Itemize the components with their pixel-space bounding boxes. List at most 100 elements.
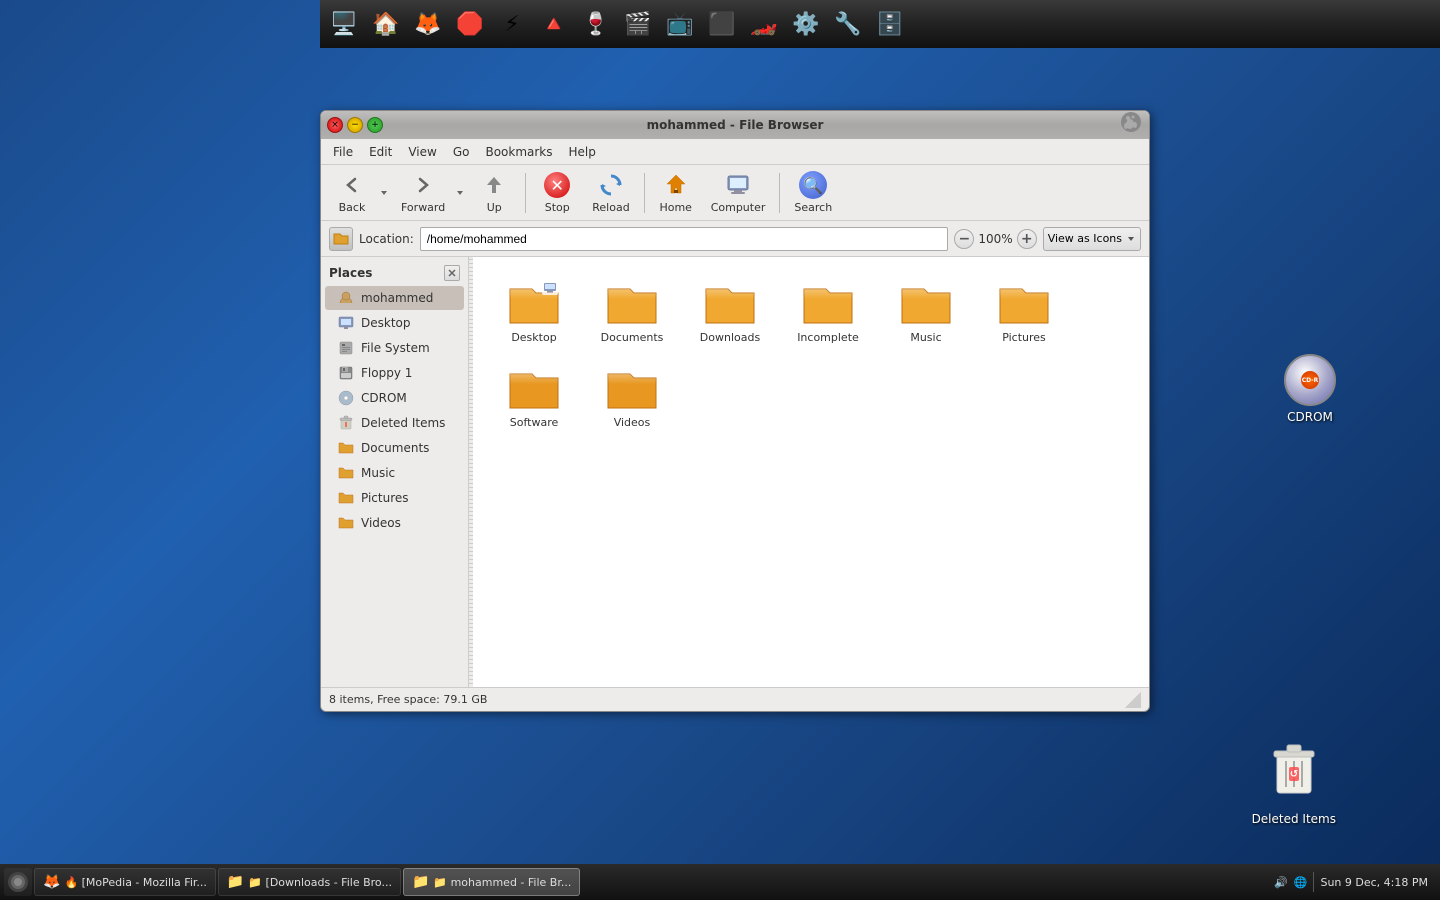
toolbar-sep-2 xyxy=(644,173,645,213)
back-dropdown[interactable] xyxy=(379,188,391,198)
close-button[interactable]: × xyxy=(327,117,343,133)
home-button[interactable]: Home xyxy=(651,167,701,218)
reload-button[interactable]: Reload xyxy=(584,167,637,218)
resize-corner[interactable] xyxy=(1125,692,1141,708)
file-browser-window: × − + mohammed - File Browser xyxy=(320,110,1150,712)
stop-button[interactable]: ✕ Stop xyxy=(532,167,582,218)
up-button[interactable]: Up xyxy=(469,167,519,218)
sidebar-item-pictures[interactable]: Pictures xyxy=(325,486,464,510)
back-button[interactable]: Back xyxy=(327,167,377,218)
tray-separator xyxy=(1313,872,1314,892)
sidebar-desktop-icon xyxy=(337,314,355,332)
taskbar-item-downloads[interactable]: 📁 📁 [Downloads - File Bro... xyxy=(218,868,401,896)
folder-item-music[interactable]: Music xyxy=(881,273,971,350)
view-mode-selector[interactable]: View as Icons xyxy=(1043,227,1141,251)
sidebar-item-videos[interactable]: Videos xyxy=(325,511,464,535)
stop-icon: ✕ xyxy=(543,171,571,199)
sidebar-pictures-icon xyxy=(337,489,355,507)
search-button[interactable]: 🔍 Search xyxy=(786,167,840,218)
taskbar-browser2-icon[interactable]: 🏎️ xyxy=(744,4,784,44)
taskbar-tools-icon[interactable]: 🔧 xyxy=(828,4,868,44)
taskbar-firefox-icon[interactable]: 🦊 xyxy=(408,4,448,44)
folder-item-downloads[interactable]: Downloads xyxy=(685,273,775,350)
reload-label: Reload xyxy=(592,201,629,214)
folder-item-documents[interactable]: Documents xyxy=(587,273,677,350)
zoom-out-button[interactable]: − xyxy=(954,229,974,249)
folder-item-pictures[interactable]: Pictures xyxy=(979,273,1069,350)
location-icon xyxy=(329,227,353,251)
taskbar-video-icon[interactable]: 🎬 xyxy=(618,4,658,44)
computer-button[interactable]: Computer xyxy=(703,167,774,218)
incomplete-folder-icon xyxy=(802,279,854,327)
software-folder-icon xyxy=(508,364,560,412)
up-label: Up xyxy=(487,201,502,214)
taskbar-top: 🖥️ 🏠 🦊 🛑 ⚡ 🔺 🍷 🎬 📺 ⬛ 🏎️ ⚙️ 🔧 🗄️ xyxy=(320,0,1440,48)
menubar: File Edit View Go Bookmarks Help xyxy=(321,139,1149,165)
taskbar-item-mozilla[interactable]: 🦊 🔥 [MoPedia - Mozilla Fir... xyxy=(34,868,216,896)
sidebar-item-music[interactable]: Music xyxy=(325,461,464,485)
sidebar-filesystem-icon xyxy=(337,339,355,357)
cdrom-label: CDROM xyxy=(1287,410,1333,424)
folder-item-incomplete[interactable]: Incomplete xyxy=(783,273,873,350)
sidebar-item-documents[interactable]: Documents xyxy=(325,436,464,460)
statusbar: 8 items, Free space: 79.1 GB xyxy=(321,687,1149,711)
taskbar-item-mohammed[interactable]: 📁 📁 mohammed - File Br... xyxy=(403,868,580,896)
trash-desktop-icon[interactable]: ↺ Deleted Items xyxy=(1248,737,1340,830)
taskbar-terminal-icon[interactable]: ⬛ xyxy=(702,4,742,44)
taskbar-settings-icon[interactable]: ⚙️ xyxy=(786,4,826,44)
taskbar-mohammed-label: 📁 mohammed - File Br... xyxy=(433,876,571,889)
menu-file[interactable]: File xyxy=(327,143,359,161)
network-icon[interactable]: 🌐 xyxy=(1294,876,1308,889)
desktop-folder-label: Desktop xyxy=(511,331,556,344)
view-mode-label: View as Icons xyxy=(1048,232,1122,245)
sidebar-item-filesystem[interactable]: File System xyxy=(325,336,464,360)
taskbar-wine-icon[interactable]: 🍷 xyxy=(576,4,616,44)
forward-label: Forward xyxy=(401,201,445,214)
sidebar-mohammed-label: mohammed xyxy=(361,291,433,305)
zoom-level: 100% xyxy=(978,232,1012,246)
sidebar-item-floppy[interactable]: Floppy 1 xyxy=(325,361,464,385)
volume-icon[interactable]: 🔊 xyxy=(1274,876,1288,889)
taskbar-start-button[interactable] xyxy=(4,868,32,896)
sidebar-item-cdrom[interactable]: CDROM xyxy=(325,386,464,410)
folder-item-videos[interactable]: Videos xyxy=(587,358,677,435)
taskbar-db-icon[interactable]: 🗄️ xyxy=(870,4,910,44)
sidebar-close-button[interactable] xyxy=(444,265,460,281)
menu-view[interactable]: View xyxy=(402,143,442,161)
folder-item-desktop[interactable]: Desktop xyxy=(489,273,579,350)
menu-bookmarks[interactable]: Bookmarks xyxy=(479,143,558,161)
minimize-button[interactable]: − xyxy=(347,117,363,133)
content-area: Desktop Documents xyxy=(473,257,1149,687)
taskbar-home-icon[interactable]: 🏠 xyxy=(366,4,406,44)
menu-help[interactable]: Help xyxy=(563,143,602,161)
locationbar: Location: − 100% + View as Icons xyxy=(321,221,1149,257)
menu-edit[interactable]: Edit xyxy=(363,143,398,161)
home-label: Home xyxy=(659,201,691,214)
pictures-folder-label: Pictures xyxy=(1002,331,1046,344)
sidebar-videos-icon xyxy=(337,514,355,532)
sidebar-desktop-label: Desktop xyxy=(361,316,411,330)
menu-go[interactable]: Go xyxy=(447,143,476,161)
location-input[interactable] xyxy=(420,227,949,251)
maximize-button[interactable]: + xyxy=(367,117,383,133)
forward-dropdown[interactable] xyxy=(455,188,467,198)
taskbar-bottom: 🦊 🔥 [MoPedia - Mozilla Fir... 📁 📁 [Downl… xyxy=(0,864,1440,900)
sidebar-item-mohammed[interactable]: mohammed xyxy=(325,286,464,310)
back-icon xyxy=(338,171,366,199)
trash-icon-image: ↺ xyxy=(1269,741,1319,808)
zoom-in-button[interactable]: + xyxy=(1017,229,1037,249)
trash-svg: ↺ xyxy=(1269,741,1319,797)
sidebar-item-desktop[interactable]: Desktop xyxy=(325,311,464,335)
taskbar-media-icon[interactable]: 📺 xyxy=(660,4,700,44)
taskbar-stop-icon[interactable]: 🛑 xyxy=(450,4,490,44)
taskbar-kde-icon[interactable]: ⚡ xyxy=(492,4,532,44)
forward-button[interactable]: Forward xyxy=(393,167,453,218)
cdrom-desktop-icon[interactable]: CD-R CDROM xyxy=(1280,350,1340,428)
folder-item-software[interactable]: Software xyxy=(489,358,579,435)
sidebar-item-deleted[interactable]: Deleted Items xyxy=(325,411,464,435)
taskbar-torrent-icon[interactable]: 🔺 xyxy=(534,4,574,44)
toolbar: Back Forward xyxy=(321,165,1149,221)
desktop: 🖥️ 🏠 🦊 🛑 ⚡ 🔺 🍷 🎬 📺 ⬛ 🏎️ ⚙️ 🔧 🗄️ CD-R CDR… xyxy=(0,0,1440,900)
taskbar-computer-icon[interactable]: 🖥️ xyxy=(324,4,364,44)
sidebar-deleted-label: Deleted Items xyxy=(361,416,445,430)
